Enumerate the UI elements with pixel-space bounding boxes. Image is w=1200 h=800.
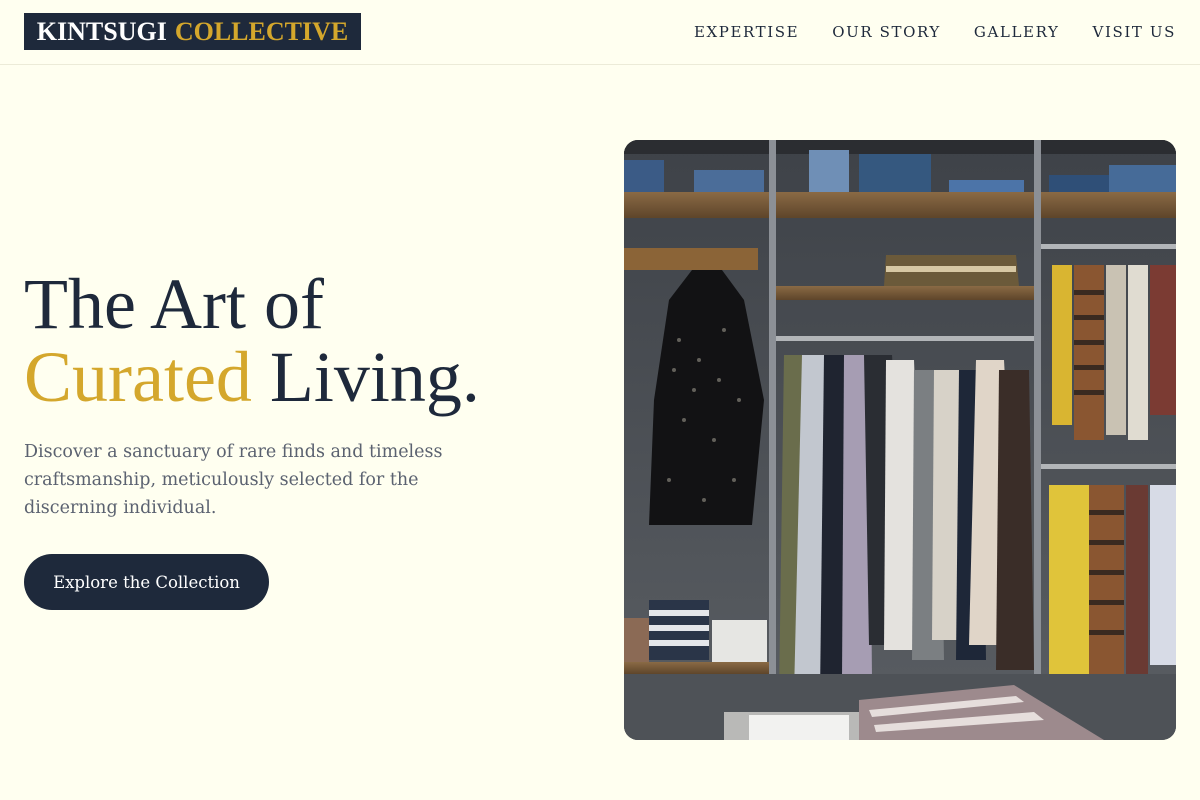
hero-headline: The Art of Curated Living.	[24, 268, 480, 414]
headline-line1: The Art of	[24, 264, 324, 344]
main-nav: EXPERTISE OUR STORY GALLERY VISIT US	[694, 0, 1176, 64]
nav-link-expertise[interactable]: EXPERTISE	[694, 23, 799, 41]
nav-link-visit-us[interactable]: VISIT US	[1093, 23, 1176, 41]
site-header: KINTSUGI COLLECTIVE EXPERTISE OUR STORY …	[0, 0, 1200, 65]
headline-line2-rest: Living.	[251, 337, 480, 417]
logo-word-collective: COLLECTIVE	[174, 16, 349, 46]
headline-accent-word: Curated	[24, 337, 252, 417]
nav-link-gallery[interactable]: GALLERY	[974, 23, 1060, 41]
logo-word-kintsugi: KINTSUGI	[36, 16, 167, 46]
nav-link-our-story[interactable]: OUR STORY	[832, 23, 941, 41]
hero-image	[624, 140, 1176, 740]
explore-collection-button[interactable]: Explore the Collection	[24, 554, 269, 610]
hero-subtitle: Discover a sanctuary of rare finds and t…	[24, 442, 443, 518]
logo[interactable]: KINTSUGI COLLECTIVE	[24, 13, 361, 50]
